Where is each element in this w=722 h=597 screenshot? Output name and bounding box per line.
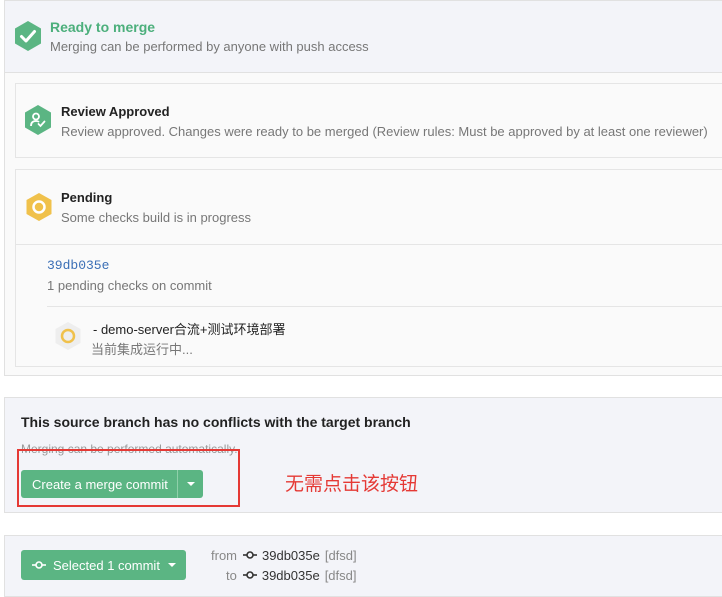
divider [47,306,722,307]
selected-commits-button[interactable]: Selected 1 commit [21,550,186,580]
from-branch: [dfsd] [324,548,357,563]
commit-selection-panel: Selected 1 commit from 39db035e [dfsd] t… [4,535,722,597]
commit-icon [243,548,257,563]
ready-subtitle: Merging can be performed by anyone with … [50,39,369,54]
review-status-box: Review Approved Review approved. Changes… [15,83,722,158]
pending-title: Pending [61,190,113,205]
annotation-highlight-box [17,449,240,507]
pending-subtitle: Some checks build is in progress [61,210,252,225]
from-ref: from 39db035e [dfsd] [211,548,357,563]
pending-checks-box: Pending Some checks build is in progress… [15,169,722,367]
ready-to-merge-header: Ready to merge Merging can be performed … [5,1,722,73]
commit-icon [242,568,257,583]
check-circle-icon [12,20,44,52]
ready-title: Ready to merge [50,19,156,35]
commit-sha-link[interactable]: 39db035e [47,258,109,273]
caret-down-icon [167,563,176,567]
job-name[interactable]: - demo-server合流+测试环境部署 [93,319,286,338]
to-ref: to 39db035e [dfsd] [226,568,356,583]
commit-pending-checks: 1 pending checks on commit [47,278,212,293]
to-label: to [226,568,237,583]
to-sha[interactable]: 39db035e [262,568,320,583]
job-status: 当前集成运行中... [91,342,193,357]
review-title: Review Approved [61,104,170,119]
annotation-note: 无需点击该按钮 [285,474,419,495]
job-pending-icon [53,321,83,351]
review-subtitle: Review approved. Changes were ready to b… [61,124,708,139]
from-label: from [211,548,237,563]
no-conflicts-panel: This source branch has no conflicts with… [4,397,722,513]
to-branch: [dfsd] [324,568,357,583]
commit-icon [32,558,46,573]
review-approved-icon [22,104,54,136]
selected-commits-label[interactable]: Selected 1 commit [53,558,160,573]
no-conflicts-title: This source branch has no conflicts with… [21,414,411,430]
pending-hexagon-icon [24,192,54,222]
pending-header: Pending Some checks build is in progress [16,170,722,245]
merge-status-panel: Ready to merge Merging can be performed … [4,0,722,376]
from-sha[interactable]: 39db035e [262,548,320,563]
